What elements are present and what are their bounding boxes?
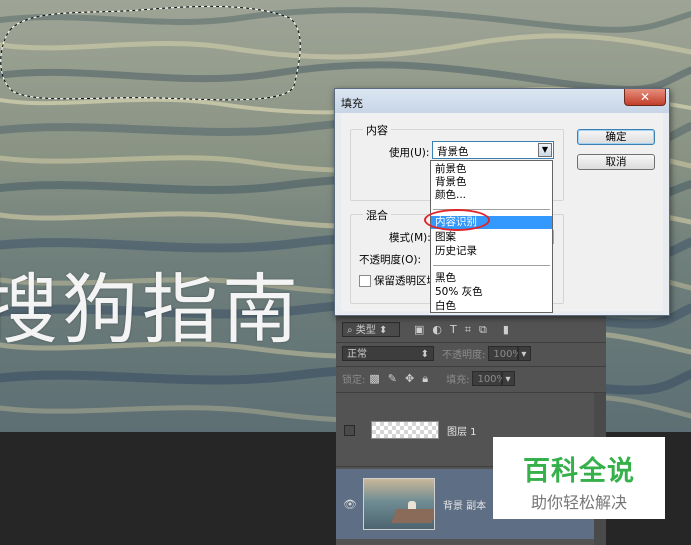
dropdown-option-pattern[interactable]: 图案 [431, 231, 552, 244]
blend-row: 正常 ⬍ 不透明度: 100% ▾ [336, 346, 606, 361]
watermark-subtitle: 助你轻松解决 [530, 493, 627, 512]
ok-button[interactable]: 确定 [577, 129, 655, 145]
use-select[interactable]: 背景色 ▼ [432, 141, 554, 159]
divider [336, 366, 606, 367]
dropdown-option-background[interactable]: 背景色 [431, 176, 552, 189]
layer-thumbnail [371, 421, 439, 439]
lock-row: 锁定: ▩ ✎ ✥ 🔒︎ 填充: 100% ▾ [336, 371, 606, 386]
lock-label: 锁定: [342, 375, 366, 386]
workspace-background [0, 432, 336, 545]
layer-name: 背景 副本 [443, 500, 487, 512]
pixel-filter-icon[interactable]: ▣ [414, 323, 424, 336]
layer-name: 图层 1 [447, 426, 477, 438]
fill-label: 填充: [446, 375, 470, 386]
dialog-title: 填充 [341, 97, 363, 110]
preserve-transparency-checkbox[interactable] [359, 275, 371, 287]
close-icon: ✕ [639, 90, 651, 104]
lock-image-icon[interactable]: ✎ [388, 372, 397, 385]
lock-all-icon[interactable]: 🔒︎ [422, 372, 428, 386]
use-label: 使用(U): [389, 147, 430, 159]
mode-label: 模式(M): [389, 232, 431, 244]
close-button[interactable]: ✕ [624, 89, 666, 106]
smart-object-filter-icon[interactable]: ⧉ [479, 323, 487, 337]
shape-filter-icon[interactable]: ⌗ [465, 323, 471, 337]
use-dropdown-list: 前景色 背景色 颜色... 内容识别 图案 历史记录 黑色 50% 灰色 白色 [430, 160, 553, 313]
blend-mode-value: 正常 [347, 349, 367, 360]
type-filter-icon[interactable]: T [450, 323, 457, 336]
ok-button-label: 确定 [605, 131, 627, 143]
preserve-transparency-label: 保留透明区域 [374, 275, 437, 287]
watermark-logo: 百科全说 助你轻松解决 [493, 437, 665, 519]
blend-legend: 混合 [363, 207, 391, 223]
chevron-down-icon[interactable]: ▼ [538, 143, 552, 157]
divider [336, 342, 606, 343]
content-legend: 内容 [363, 122, 391, 138]
dropdown-option-gray[interactable]: 50% 灰色 [431, 286, 552, 299]
divider [336, 392, 606, 393]
opacity-label: 不透明度: [442, 350, 486, 361]
filter-kind-select[interactable]: ⌕ 类型 ⬍ [342, 322, 400, 337]
blend-mode-select[interactable]: 正常 ⬍ [342, 346, 434, 361]
filter-toggle-icon[interactable]: ▮ [503, 323, 509, 336]
fill-input[interactable]: 100% [472, 371, 506, 386]
adjustment-filter-icon[interactable]: ◐ [432, 323, 442, 336]
cancel-button[interactable]: 取消 [577, 154, 655, 170]
visibility-toggle[interactable] [344, 424, 355, 436]
opacity-label: 不透明度(O): [359, 254, 421, 266]
watermark-title: 百科全说 [523, 456, 635, 487]
use-select-value: 背景色 [437, 146, 469, 158]
highlight-annotation-circle [424, 209, 490, 231]
dropdown-option-color[interactable]: 颜色... [431, 189, 552, 202]
dropdown-option-foreground[interactable]: 前景色 [431, 163, 552, 176]
selection-marquee [0, 5, 301, 101]
lock-position-icon[interactable]: ✥ [405, 372, 414, 385]
search-icon: ⌕ [347, 325, 356, 336]
lock-transparent-icon[interactable]: ▩ [369, 372, 379, 385]
filter-kind-label: 类型 [355, 325, 376, 336]
layer-thumbnail [363, 478, 435, 530]
fill-dropdown-icon[interactable]: ▾ [502, 371, 516, 386]
dropdown-option-black[interactable]: 黑色 [431, 272, 552, 285]
dropdown-option-history[interactable]: 历史记录 [431, 245, 552, 258]
canvas-overlay-text: 搜狗指南 [0, 265, 302, 354]
eye-icon[interactable]: 👁︎ [343, 498, 357, 511]
dropdown-option-white[interactable]: 白色 [431, 300, 552, 313]
opacity-dropdown-icon[interactable]: ▾ [518, 346, 532, 361]
opacity-input[interactable]: 100% [488, 346, 522, 361]
dialog-titlebar[interactable]: 填充 ✕ [335, 89, 669, 113]
dropdown-separator [433, 265, 550, 266]
cancel-button-label: 取消 [605, 156, 627, 168]
layer-filter-row: ⌕ 类型 ⬍ ▣ ◐ T ⌗ ⧉ ▮ [336, 322, 606, 337]
